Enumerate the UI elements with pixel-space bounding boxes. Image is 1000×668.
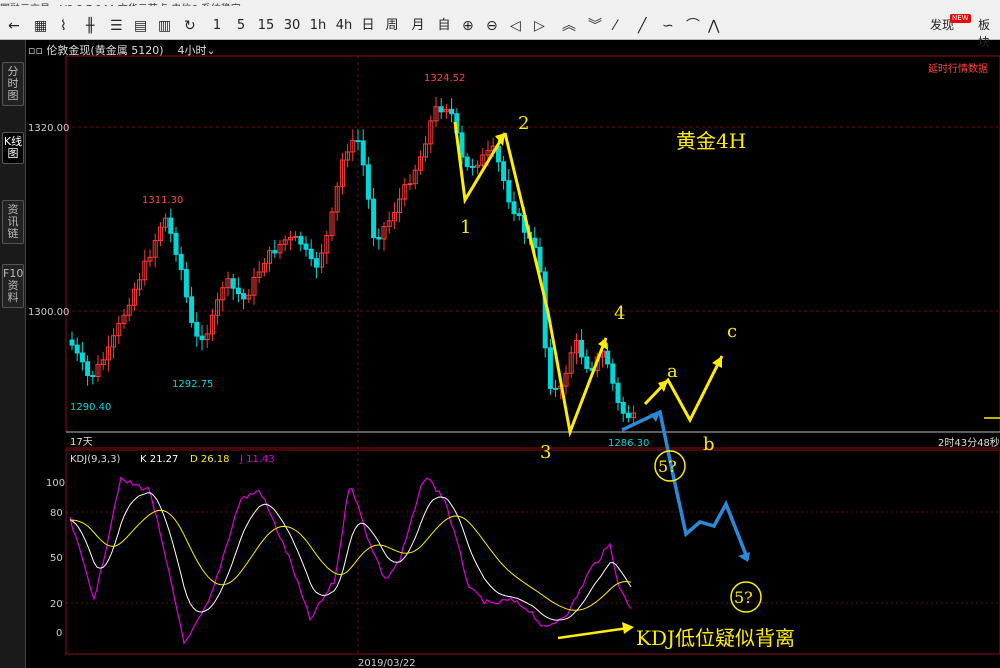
kdj-label: KDJ(9,3,3) — [70, 454, 121, 465]
candle-body — [235, 287, 241, 295]
kdj-j: J 11.43 — [239, 454, 275, 465]
kdj-k: K 21.27 — [140, 454, 178, 465]
kdj-note: KDJ低位疑似背离 — [636, 626, 795, 650]
candle-body — [241, 293, 247, 300]
wave-label-4: 4 — [614, 303, 625, 324]
candle-body — [605, 350, 611, 365]
candle-body — [183, 269, 189, 298]
candle-body — [615, 382, 621, 403]
candle-body — [506, 180, 512, 203]
candle-body — [464, 156, 470, 167]
candle-body — [313, 258, 319, 268]
candle-body — [173, 232, 179, 255]
candle-body — [553, 387, 559, 390]
kdj-tick-80: 80 — [50, 508, 63, 519]
candle-body — [230, 278, 236, 289]
wave-label-5b: 5? — [734, 588, 753, 607]
wave-abc — [643, 355, 724, 424]
annot-1292: 1292.75 — [172, 379, 213, 390]
candle-body — [355, 140, 361, 143]
candle-body — [469, 165, 475, 168]
candle-body — [293, 235, 299, 238]
candle-body — [371, 198, 377, 239]
candle-body — [501, 161, 507, 182]
candle-body — [459, 132, 465, 158]
candle-body — [189, 296, 195, 323]
chart-canvas[interactable]: 1320.00 1300.00 100 80 50 20 0 1324.52 1… — [0, 0, 1000, 668]
wave-label-1: 1 — [460, 217, 471, 238]
bars-count: 17天 — [70, 437, 93, 448]
kdj-panel-border — [65, 449, 1000, 655]
candle-body — [376, 237, 382, 240]
price-tick-1320: 1320.00 — [28, 123, 69, 134]
annot-1324: 1324.52 — [424, 73, 465, 84]
candle-body — [272, 250, 278, 254]
wave-label-a: a — [667, 361, 678, 382]
candle-body — [303, 243, 309, 250]
annot-1286: 1286.30 — [608, 438, 649, 449]
candle-body — [584, 356, 590, 369]
candle-body — [620, 401, 626, 414]
kdj-d-line — [69, 509, 632, 611]
candle-body — [547, 347, 553, 389]
note-arrow-head — [622, 622, 634, 634]
date-label: 2019/03/22 — [358, 658, 416, 668]
candle-body — [610, 363, 616, 384]
wave-blue — [621, 409, 750, 561]
wave-label-c: c — [727, 321, 737, 342]
candle-body — [625, 412, 631, 419]
candle-body — [438, 106, 444, 113]
kdj-d: D 26.18 — [190, 454, 230, 465]
candle-body — [69, 339, 75, 346]
kdj-tick-50: 50 — [50, 553, 63, 564]
kdj-ticks: 100 80 50 20 0 — [46, 478, 65, 639]
candle-body — [360, 140, 366, 166]
candle-body — [579, 339, 585, 358]
annot-1311: 1311.30 — [142, 195, 183, 206]
candle-body — [199, 335, 205, 341]
candle-body — [168, 217, 174, 234]
kdj-tick-20: 20 — [50, 599, 63, 610]
kdj-tick-100: 100 — [46, 478, 65, 489]
wave-label-b: b — [703, 434, 715, 455]
wave-label-3: 3 — [540, 442, 551, 463]
candle-body — [79, 352, 85, 363]
candle-body — [449, 108, 455, 115]
note-arrow — [557, 626, 629, 640]
kdj-tick-0: 0 — [56, 628, 62, 639]
annot-1290: 1290.40 — [70, 402, 111, 413]
candle-body — [178, 253, 184, 271]
candle-body — [298, 235, 304, 245]
candle-body — [194, 321, 200, 337]
candle-body — [516, 213, 522, 216]
candle-body — [74, 344, 80, 354]
kdj-j-line — [69, 476, 632, 645]
chart-title: 黄金4H — [676, 129, 746, 153]
candle-body — [90, 375, 96, 378]
candle-body — [365, 164, 371, 200]
candle-body — [511, 201, 517, 215]
wave-label-5a: 5? — [658, 457, 677, 476]
price-tick-1300: 1300.00 — [28, 307, 69, 318]
candles — [69, 96, 637, 426]
candle-body — [85, 361, 91, 377]
candle-body — [308, 248, 314, 260]
wave-label-2: 2 — [518, 113, 529, 134]
countdown: 2时43分48秒 — [938, 436, 1000, 449]
